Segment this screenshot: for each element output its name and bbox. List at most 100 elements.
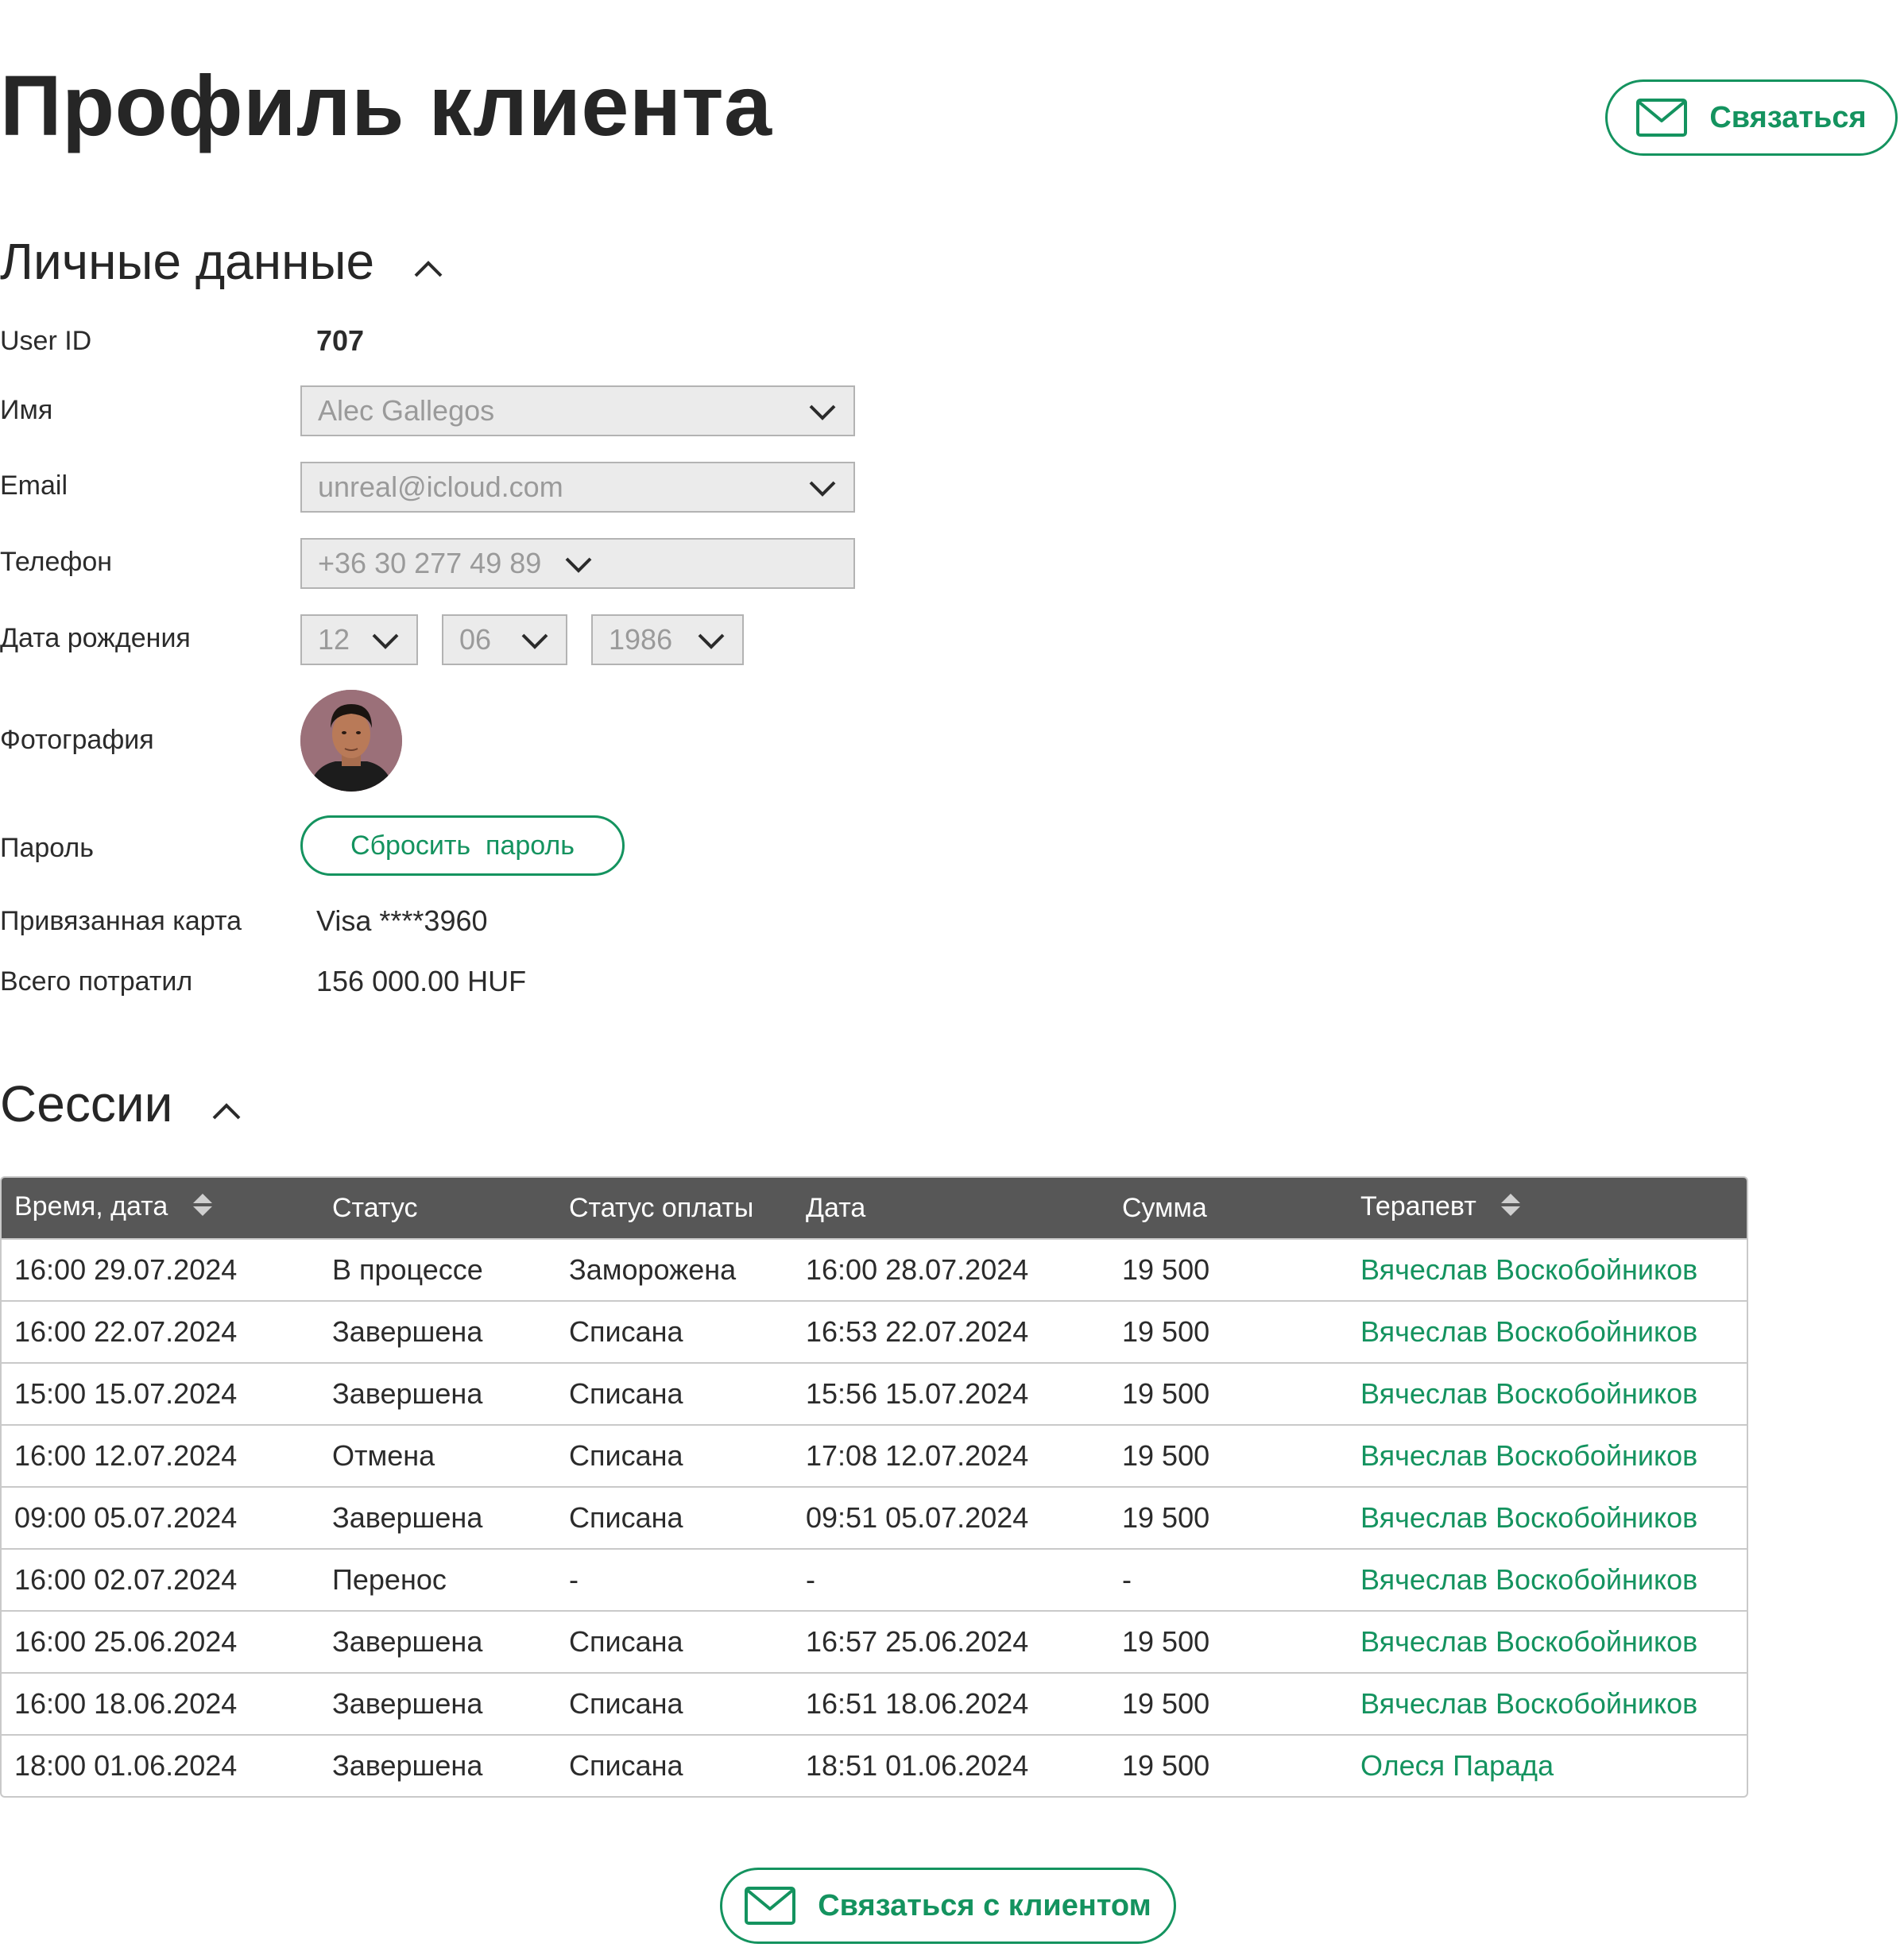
birthdate-label: Дата рождения xyxy=(0,623,191,653)
cell-therapist[interactable]: Вячеслав Воскобойников xyxy=(1348,1610,1747,1673)
cell-date: 18:51 01.06.2024 xyxy=(793,1734,1109,1796)
table-row[interactable]: 16:00 02.07.2024 Перенос - - - Вячеслав Воско… xyxy=(2,1548,1747,1611)
cell-status: Завершена xyxy=(319,1486,556,1549)
spent-label: Всего потратил xyxy=(0,966,193,997)
column-header-payment-status: Статус оплаты xyxy=(569,1192,754,1223)
cell-therapist[interactable]: Вячеслав Воскобойников xyxy=(1348,1424,1747,1487)
table-row[interactable]: 16:00 25.06.2024 Завершена Списана 16:57 25… xyxy=(2,1610,1747,1673)
contact-client-button[interactable]: Связаться с клиентом xyxy=(720,1868,1176,1944)
birth-month-value: 06 xyxy=(459,623,492,656)
table-row[interactable]: 18:00 01.06.2024 Завершена Списана 18:51 01… xyxy=(2,1734,1747,1796)
cell-date: 16:00 28.07.2024 xyxy=(793,1238,1109,1301)
password-label: Пароль xyxy=(0,833,94,863)
cell-therapist[interactable]: Олеся Парада xyxy=(1348,1734,1747,1796)
cell-status: Завершена xyxy=(319,1734,556,1796)
cell-status: Завершена xyxy=(319,1672,556,1735)
cell-payment-status: Списана xyxy=(556,1610,793,1673)
column-header-status: Статус xyxy=(332,1192,418,1223)
page-title: Профиль клиента xyxy=(0,57,772,153)
cell-amount: 19 500 xyxy=(1109,1610,1348,1673)
cell-date: 15:56 15.07.2024 xyxy=(793,1362,1109,1425)
phone-input[interactable]: +36 30 277 49 89 xyxy=(300,538,855,589)
phone-input-value: +36 30 277 49 89 xyxy=(318,547,542,579)
cell-therapist[interactable]: Вячеслав Воскобойников xyxy=(1348,1300,1747,1363)
cell-date: 09:51 05.07.2024 xyxy=(793,1486,1109,1549)
column-header-amount: Сумма xyxy=(1122,1192,1207,1223)
cell-amount: 19 500 xyxy=(1109,1362,1348,1425)
mail-icon xyxy=(1636,99,1688,137)
cell-amount: 19 500 xyxy=(1109,1486,1348,1549)
sort-icon[interactable] xyxy=(1500,1192,1522,1225)
cell-time: 18:00 01.06.2024 xyxy=(2,1734,319,1796)
sort-icon[interactable] xyxy=(192,1192,214,1225)
chevron-down-icon xyxy=(809,470,836,504)
cell-payment-status: Списана xyxy=(556,1424,793,1487)
cell-time: 16:00 25.06.2024 xyxy=(2,1610,319,1673)
cell-status: Завершена xyxy=(319,1362,556,1425)
cell-therapist[interactable]: Вячеслав Воскобойников xyxy=(1348,1238,1747,1301)
cell-payment-status: Списана xyxy=(556,1486,793,1549)
table-row[interactable]: 16:00 22.07.2024 Завершена Списана 16:53 22… xyxy=(2,1300,1747,1363)
birth-day-value: 12 xyxy=(318,623,350,656)
birth-year-value: 1986 xyxy=(609,623,673,656)
column-header-therapist[interactable]: Терапевт xyxy=(1348,1178,1747,1239)
card-value: Visa ****3960 xyxy=(316,904,488,937)
spent-value: 156 000.00 HUF xyxy=(316,965,527,997)
phone-label: Телефон xyxy=(0,547,113,577)
cell-status: В процессе xyxy=(319,1238,556,1301)
cell-time: 09:00 05.07.2024 xyxy=(2,1486,319,1549)
sessions-section-header[interactable]: Сессии xyxy=(0,1074,242,1133)
reset-password-button[interactable]: Сбросить пароль xyxy=(300,815,625,876)
column-header-time[interactable]: Время, дата xyxy=(2,1178,319,1239)
user-id-value: 707 xyxy=(316,324,365,357)
birth-day-select[interactable]: 12 xyxy=(300,614,418,665)
chevron-up-icon[interactable] xyxy=(211,1074,242,1133)
cell-date: - xyxy=(793,1548,1109,1611)
email-label: Email xyxy=(0,470,68,501)
birth-month-select[interactable]: 06 xyxy=(442,614,567,665)
table-row[interactable]: 15:00 15.07.2024 Завершена Списана 15:56 15… xyxy=(2,1362,1747,1425)
table-row[interactable]: 09:00 05.07.2024 Завершена Списана 09:51 05… xyxy=(2,1486,1747,1549)
birth-year-select[interactable]: 1986 xyxy=(591,614,744,665)
cell-time: 16:00 12.07.2024 xyxy=(2,1424,319,1487)
contact-client-label: Связаться с клиентом xyxy=(818,1888,1151,1922)
cell-amount: 19 500 xyxy=(1109,1424,1348,1487)
sessions-section-title: Сессии xyxy=(0,1075,173,1132)
chevron-down-icon xyxy=(521,623,548,656)
card-label: Привязанная карта xyxy=(0,906,242,936)
email-select[interactable]: unreal@icloud.com xyxy=(300,462,855,513)
cell-status: Отмена xyxy=(319,1424,556,1487)
table-row[interactable]: 16:00 29.07.2024 В процессе Заморожена 16:0… xyxy=(2,1238,1747,1301)
table-header-row: Время, дата Статус Статус оплаты Дата Су… xyxy=(2,1178,1747,1239)
table-row[interactable]: 16:00 18.06.2024 Завершена Списана 16:51 18… xyxy=(2,1672,1747,1735)
chevron-down-icon[interactable] xyxy=(565,547,592,580)
cell-therapist[interactable]: Вячеслав Воскобойников xyxy=(1348,1486,1747,1549)
contact-button[interactable]: Связаться xyxy=(1605,79,1898,156)
cell-amount: 19 500 xyxy=(1109,1672,1348,1735)
cell-status: Перенос xyxy=(319,1548,556,1611)
chevron-down-icon xyxy=(372,623,399,656)
table-row[interactable]: 16:00 12.07.2024 Отмена Списана 17:08 12.07… xyxy=(2,1424,1747,1487)
cell-payment-status: Списана xyxy=(556,1734,793,1796)
cell-amount: 19 500 xyxy=(1109,1300,1348,1363)
cell-time: 16:00 02.07.2024 xyxy=(2,1548,319,1611)
name-select[interactable]: Alec Gallegos xyxy=(300,385,855,436)
chevron-down-icon xyxy=(698,623,725,656)
cell-therapist[interactable]: Вячеслав Воскобойников xyxy=(1348,1362,1747,1425)
personal-section-header[interactable]: Личные данные xyxy=(0,232,444,291)
cell-payment-status: Списана xyxy=(556,1362,793,1425)
cell-date: 16:51 18.06.2024 xyxy=(793,1672,1109,1735)
chevron-up-icon[interactable] xyxy=(412,232,444,291)
cell-time: 16:00 22.07.2024 xyxy=(2,1300,319,1363)
cell-amount: 19 500 xyxy=(1109,1734,1348,1796)
cell-status: Завершена xyxy=(319,1610,556,1673)
user-id-label: User ID xyxy=(0,326,92,356)
cell-therapist[interactable]: Вячеслав Воскобойников xyxy=(1348,1548,1747,1611)
column-header-label: Время, дата xyxy=(14,1191,168,1222)
photo-label: Фотография xyxy=(0,725,154,755)
cell-therapist[interactable]: Вячеслав Воскобойников xyxy=(1348,1672,1747,1735)
chevron-down-icon xyxy=(809,394,836,428)
avatar[interactable] xyxy=(300,690,402,792)
cell-amount: - xyxy=(1109,1548,1348,1611)
personal-section-title: Личные данные xyxy=(0,233,375,290)
